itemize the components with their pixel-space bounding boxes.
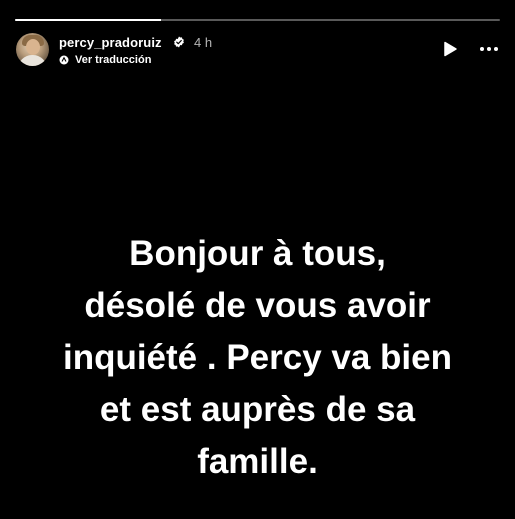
avatar[interactable] — [16, 33, 49, 66]
story-text: Bonjour à tous, désolé de vous avoir inq… — [62, 234, 453, 481]
username[interactable]: percy_pradoruiz — [59, 35, 162, 50]
story-viewer: percy_pradoruiz 4 h Ver traducción Bonjo… — [0, 0, 515, 519]
more-options-icon[interactable] — [479, 40, 499, 58]
post-time: 4 h — [194, 35, 213, 50]
translate-label: Ver traducción — [75, 54, 152, 66]
play-icon[interactable] — [441, 40, 459, 58]
story-header: percy_pradoruiz 4 h Ver traducción — [16, 32, 499, 68]
story-progress-bar — [15, 19, 500, 21]
story-progress-fill — [15, 19, 161, 21]
verified-badge-icon — [174, 36, 184, 48]
translate-link[interactable]: Ver traducción — [59, 53, 151, 67]
translate-icon — [59, 55, 69, 65]
